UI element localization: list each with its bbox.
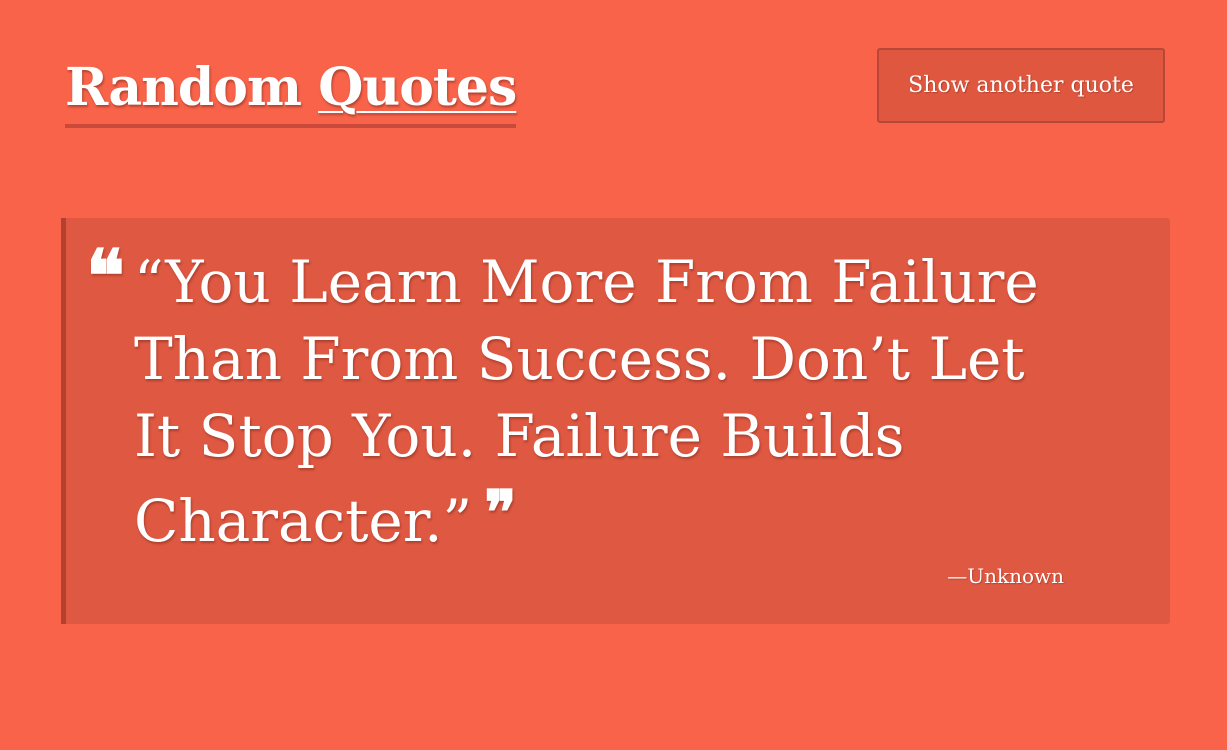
open-quote-icon: ❝ [86, 233, 125, 318]
close-quote-icon: ❞ [484, 478, 517, 548]
quote-author: —Unknown [947, 564, 1064, 588]
page-title: Random Quotes [65, 52, 517, 128]
quote-text: “You Learn More From Failure Than From S… [134, 244, 1084, 560]
page-title-link[interactable]: Random Quotes [65, 57, 517, 118]
quote-card: ❝ “You Learn More From Failure Than From… [61, 218, 1170, 624]
show-another-quote-button[interactable]: Show another quote [877, 48, 1165, 123]
page-title-word-quotes: Quotes [318, 57, 517, 118]
quote-text-content: “You Learn More From Failure Than From S… [134, 248, 1039, 555]
page-title-word-random: Random [65, 57, 302, 118]
